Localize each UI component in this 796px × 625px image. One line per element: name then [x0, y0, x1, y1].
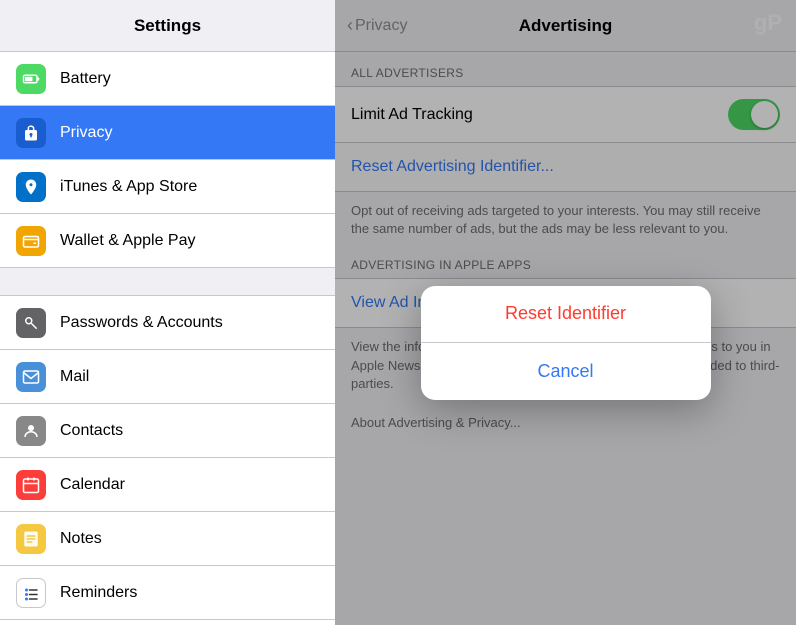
battery-icon — [16, 64, 46, 94]
calendar-label: Calendar — [60, 476, 125, 494]
right-panel: ‹ Privacy Advertising gP ALL ADVERTISERS… — [335, 0, 796, 625]
notes-icon — [16, 524, 46, 554]
reminders-icon — [16, 578, 46, 608]
sidebar-item-battery[interactable]: Battery — [0, 52, 335, 106]
reset-identifier-button[interactable]: Reset Identifier — [421, 286, 711, 343]
privacy-icon — [16, 118, 46, 148]
reset-dialog: Reset Identifier Cancel — [421, 286, 711, 400]
sidebar-item-itunes[interactable]: iTunes & App Store — [0, 160, 335, 214]
app-container: Settings Battery Privacy — [0, 0, 796, 625]
sidebar-item-notes[interactable]: Notes — [0, 512, 335, 566]
sidebar-divider-1 — [0, 268, 335, 296]
calendar-icon — [16, 470, 46, 500]
mail-label: Mail — [60, 368, 89, 386]
itunes-icon — [16, 172, 46, 202]
notes-label: Notes — [60, 530, 102, 548]
sidebar-items: Battery Privacy iTunes & App Store — [0, 52, 335, 625]
cancel-label: Cancel — [537, 361, 593, 382]
sidebar-item-privacy[interactable]: Privacy — [0, 106, 335, 160]
mail-icon — [16, 362, 46, 392]
sidebar-item-reminders[interactable]: Reminders — [0, 566, 335, 620]
sidebar-item-wallet[interactable]: Wallet & Apple Pay — [0, 214, 335, 268]
itunes-label: iTunes & App Store — [60, 178, 197, 196]
wallet-icon — [16, 226, 46, 256]
sidebar-item-calendar[interactable]: Calendar — [0, 458, 335, 512]
sidebar-item-contacts[interactable]: Contacts — [0, 404, 335, 458]
dialog-overlay: Reset Identifier Cancel — [335, 0, 796, 625]
contacts-icon — [16, 416, 46, 446]
sidebar-title: Settings — [134, 16, 201, 36]
sidebar: Settings Battery Privacy — [0, 0, 335, 625]
reset-identifier-label: Reset Identifier — [505, 303, 626, 324]
sidebar-item-voice-memos[interactable]: Voice Memos — [0, 620, 335, 625]
contacts-label: Contacts — [60, 422, 123, 440]
privacy-label: Privacy — [60, 124, 112, 142]
wallet-label: Wallet & Apple Pay — [60, 232, 195, 250]
cancel-button[interactable]: Cancel — [421, 343, 711, 400]
battery-label: Battery — [60, 70, 111, 88]
passwords-label: Passwords & Accounts — [60, 314, 223, 332]
sidebar-header: Settings — [0, 0, 335, 52]
reminders-label: Reminders — [60, 584, 137, 602]
passwords-icon — [16, 308, 46, 338]
sidebar-item-passwords[interactable]: Passwords & Accounts — [0, 296, 335, 350]
sidebar-item-mail[interactable]: Mail — [0, 350, 335, 404]
